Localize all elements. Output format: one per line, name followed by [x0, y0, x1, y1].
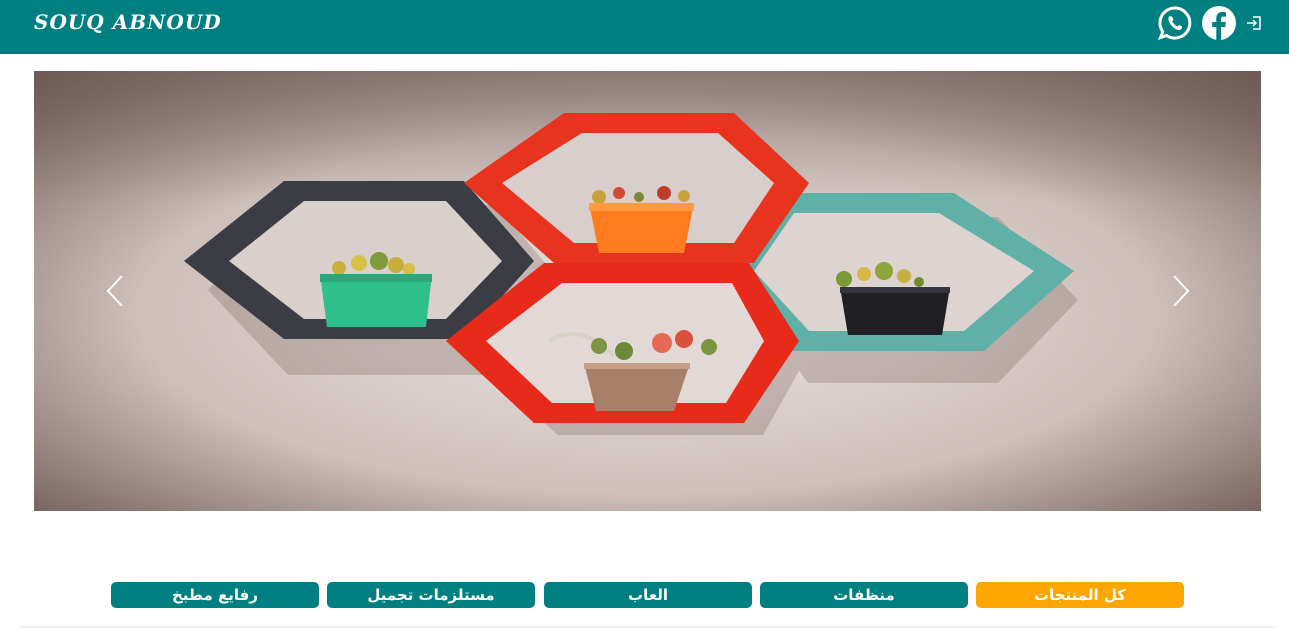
header-actions: [1157, 4, 1263, 42]
carousel-prev-button[interactable]: [95, 271, 135, 311]
category-tab-kitchen[interactable]: رفايع مطبخ: [111, 582, 319, 608]
hero-carousel[interactable]: [34, 71, 1261, 511]
category-tab-cleaners[interactable]: منظفات: [760, 582, 968, 608]
chevron-left-icon: [106, 275, 123, 307]
category-tab-cosmetics[interactable]: مستلزمات تجميل: [327, 582, 535, 608]
facebook-icon[interactable]: [1201, 5, 1237, 41]
category-tab-toys[interactable]: العاب: [544, 582, 752, 608]
category-tab-all-products[interactable]: كل المنتجات: [976, 582, 1184, 608]
top-navbar: SOUQ ABNOUD: [0, 0, 1289, 54]
login-icon[interactable]: [1245, 14, 1263, 32]
chevron-right-icon: [1173, 275, 1190, 307]
carousel-next-button[interactable]: [1161, 271, 1201, 311]
carousel-slide-image: [34, 71, 1261, 511]
category-tabs: رفايع مطبخ مستلزمات تجميل العاب منظفات ك…: [111, 582, 1184, 608]
brand-logo[interactable]: SOUQ ABNOUD: [34, 10, 222, 34]
whatsapp-icon[interactable]: [1157, 5, 1193, 41]
